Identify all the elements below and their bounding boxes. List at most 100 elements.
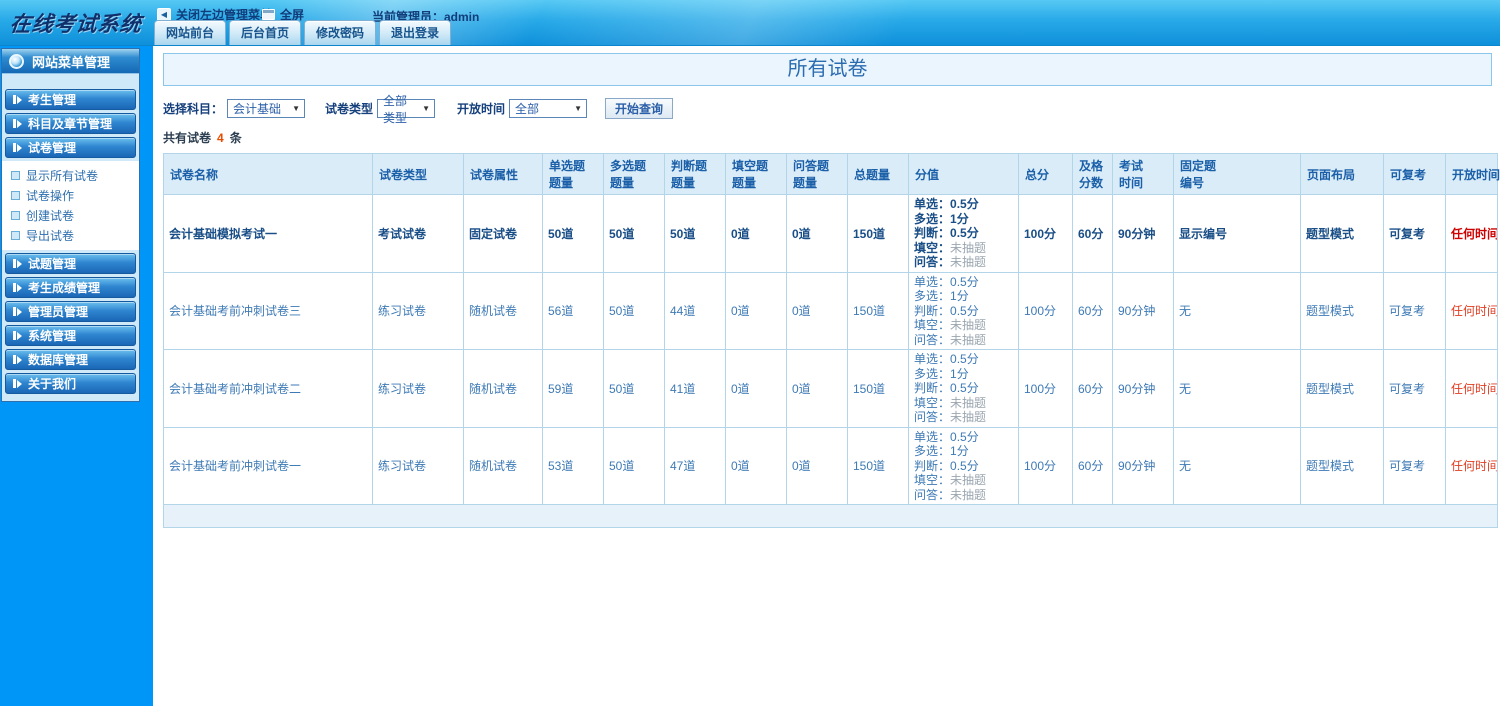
score-label: 填空： (914, 240, 951, 255)
column-header: 判断题 题量 (664, 153, 726, 195)
cell: 150道 (847, 271, 909, 350)
paper-count: 4 (217, 131, 224, 145)
score-value: 未抽题 (950, 318, 987, 332)
cell: 0道 (725, 194, 787, 273)
sidebar-group-score-management[interactable]: 考生成绩管理 (5, 277, 136, 298)
search-button[interactable]: 开始查询 (605, 98, 674, 119)
sidebar-item-create-paper[interactable]: 创建试卷 (2, 205, 139, 225)
sidebar-header: 网站菜单管理 (2, 49, 139, 74)
sidebar-group-examinee-management[interactable]: 考生管理 (5, 89, 136, 110)
sidebar-group-paper-management[interactable]: 试卷管理 (5, 137, 136, 158)
cell: 题型模式 (1300, 349, 1384, 428)
open-time-select[interactable]: 全部 ▼ (509, 99, 588, 118)
score-line: 填空：未抽题 (914, 396, 1013, 411)
score-line: 单选：0.5分 (914, 275, 1013, 290)
cell: 无 (1173, 349, 1301, 428)
sidebar-group-question-management[interactable]: 试题管理 (5, 253, 136, 274)
score-cell: 单选：0.5分 多选：1分 判断：0.5分 填空：未抽题 问答：未抽题 (908, 349, 1019, 428)
sidebar-group-database-management[interactable]: 数据库管理 (5, 349, 136, 370)
cell: 0道 (786, 271, 848, 350)
play-icon (13, 143, 22, 152)
score-value: 1分 (950, 289, 969, 303)
column-header: 单选题 题量 (542, 153, 604, 195)
bullet-square-icon (11, 210, 20, 220)
play-icon (13, 307, 22, 316)
score-value: 0.5分 (950, 197, 979, 211)
score-label: 多选： (914, 211, 951, 226)
cell: 47道 (664, 426, 726, 505)
cell: 无 (1173, 271, 1301, 350)
subject-filter-label: 选择科目： (163, 102, 224, 116)
column-header: 可复考 (1383, 153, 1446, 195)
score-line: 多选：1分 (914, 367, 1013, 382)
score-label: 问答： (914, 255, 951, 269)
cell: 0道 (725, 349, 787, 428)
score-value: 未抽题 (950, 395, 987, 410)
score-line: 多选：1分 (914, 444, 1013, 459)
cell: 50道 (603, 194, 665, 273)
score-value: 0.5分 (950, 303, 979, 318)
sidebar-group-label: 考生管理 (28, 93, 77, 107)
score-value: 0.5分 (950, 274, 979, 289)
score-value: 未抽题 (950, 487, 987, 502)
score-line: 判断：0.5分 (914, 226, 1013, 241)
sidebar-group-label: 试题管理 (28, 257, 77, 271)
tab-site-front[interactable]: 网站前台 (154, 20, 227, 45)
cell: 练习试卷 (372, 349, 464, 428)
sidebar-group-label: 试卷管理 (28, 141, 77, 155)
sidebar-item-paper-operations[interactable]: 试卷操作 (2, 185, 139, 205)
cell: 53道 (542, 426, 604, 505)
score-label: 问答： (914, 332, 951, 347)
column-header: 固定题 编号 (1173, 153, 1301, 195)
table-row: 会计基础考前冲刺试卷三 练习试卷 随机试卷 56道 50道 44道 0道 0道 150道 单选：0… (163, 271, 1498, 350)
papers-table-body: 会计基础模拟考试一 考试试卷 固定试卷 50道 50道 50道 0道 0道 150道 单选：0.5… (163, 194, 1498, 528)
score-value: 未抽题 (950, 240, 987, 255)
sidebar-item-export-paper[interactable]: 导出试卷 (2, 225, 139, 245)
sidebar-group-about-us[interactable]: 关于我们 (5, 373, 136, 394)
sidebar-group-admin-management[interactable]: 管理员管理 (5, 301, 136, 322)
topbar: 在线考试系统 ◀ 关闭左边管理菜单 全屏 当前管理员：admin 网站前台 后台首… (0, 0, 1500, 46)
score-value: 1分 (950, 366, 969, 381)
sidebar-group-subject-chapter-management[interactable]: 科目及章节管理 (5, 113, 136, 134)
bullet-square-icon (11, 230, 20, 240)
column-header: 试卷类型 (372, 153, 464, 195)
column-header: 考试 时间 (1112, 153, 1174, 195)
caret-down-icon: ▼ (422, 104, 431, 113)
score-line: 多选：1分 (914, 289, 1013, 304)
sidebar-item-label: 导出试卷 (26, 228, 75, 243)
page-title: 所有试卷 (163, 53, 1492, 86)
app-logo: 在线考试系统 (8, 11, 144, 36)
cell: 0道 (786, 426, 848, 505)
score-label: 判断： (914, 226, 951, 240)
tab-admin-home[interactable]: 后台首页 (229, 20, 302, 45)
column-header: 多选题 题量 (603, 153, 665, 195)
score-value: 未抽题 (950, 473, 987, 487)
column-header: 开放时间 (1445, 153, 1500, 195)
cell: 固定试卷 (463, 194, 543, 273)
open-time-cell: 任何时间 (1445, 426, 1498, 505)
result-summary: 共有试卷 4 条 (163, 129, 1500, 146)
cell: 会计基础考前冲刺试卷一 (163, 426, 373, 505)
tab-change-password[interactable]: 修改密码 (304, 20, 377, 45)
sidebar-group-system-management[interactable]: 系统管理 (5, 325, 136, 346)
sidebar-item-show-all-papers[interactable]: 显示所有试卷 (2, 165, 139, 185)
cell: 60分 (1072, 349, 1113, 428)
cell: 50道 (603, 349, 665, 428)
cell: 56道 (542, 271, 604, 350)
subject-select[interactable]: 会计基础 ▼ (227, 99, 306, 118)
paper-type-select[interactable]: 全部类型 ▼ (377, 94, 436, 125)
sidebar: 网站菜单管理 考生管理科目及章节管理试卷管理显示所有试卷 试卷操作 创建试卷导出试卷… (0, 46, 153, 706)
cell: 44道 (664, 271, 726, 350)
sidebar-group-label: 考生成绩管理 (28, 281, 101, 295)
score-label: 填空： (914, 395, 951, 410)
column-header: 分值 (908, 153, 1019, 195)
table-footer-cell (163, 504, 1498, 528)
score-value: 1分 (950, 211, 969, 226)
open-time-cell: 任何时间 (1445, 271, 1498, 350)
tab-logout[interactable]: 退出登录 (379, 20, 452, 45)
score-label: 单选： (914, 197, 951, 211)
score-value: 0.5分 (950, 458, 979, 473)
score-line: 填空：未抽题 (914, 473, 1013, 488)
summary-suffix: 条 (229, 131, 242, 145)
